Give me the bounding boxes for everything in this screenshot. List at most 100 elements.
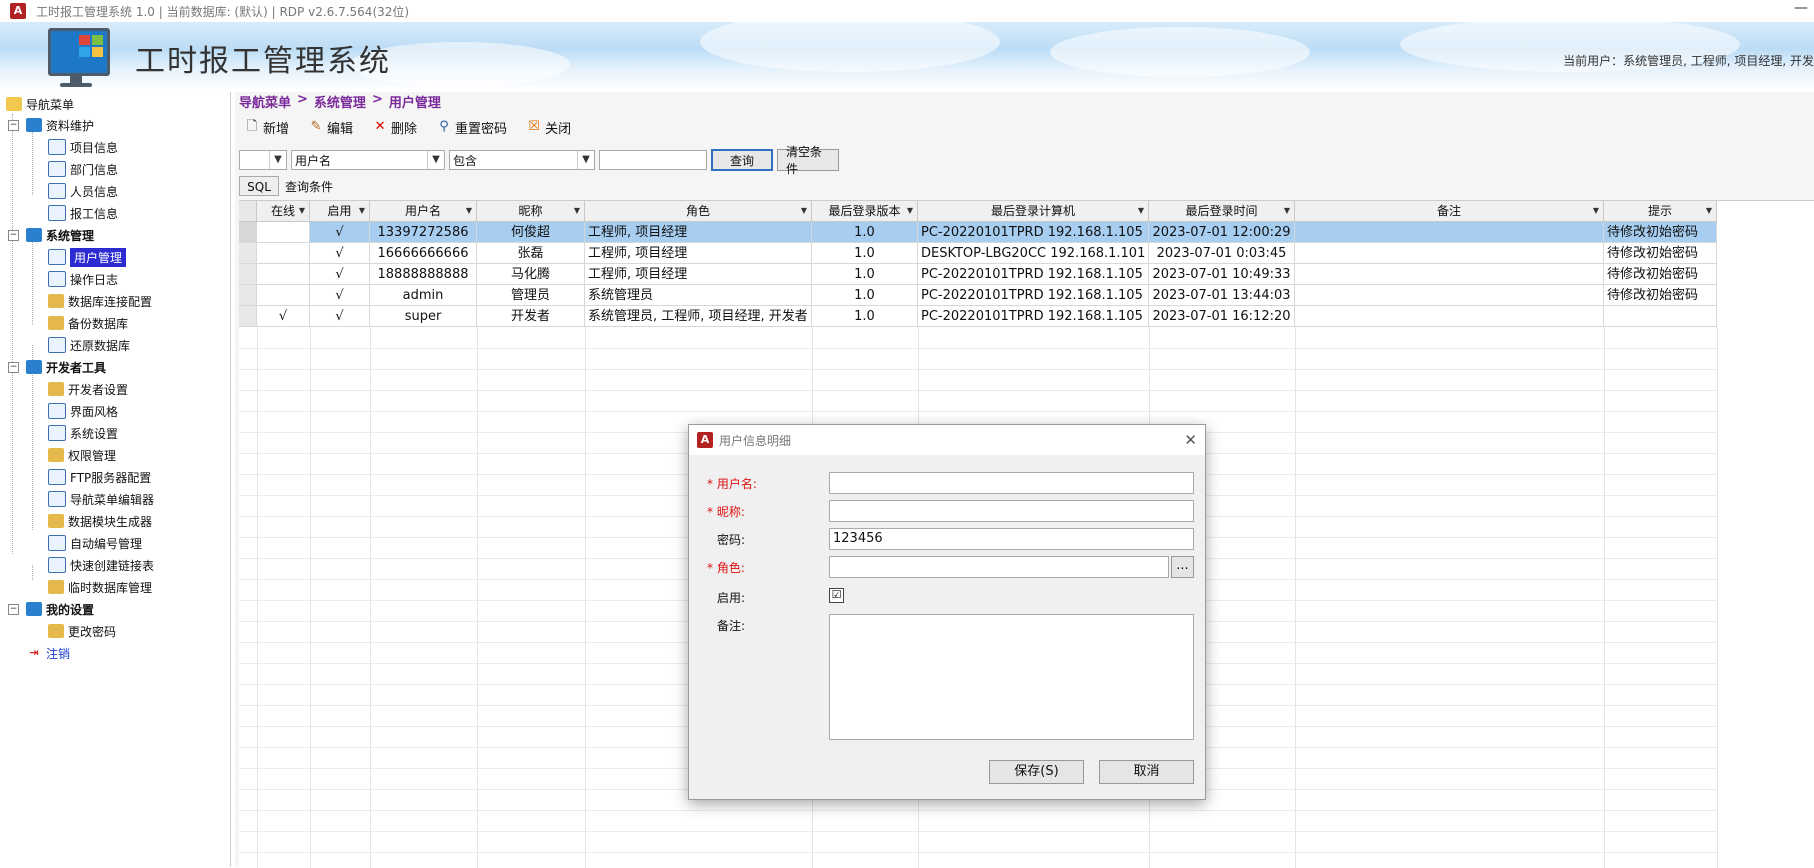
delete-button[interactable]: ✕ 删除	[369, 115, 427, 139]
expander-collapse-icon[interactable]: −	[8, 362, 19, 373]
sidebar-item-permission[interactable]: 权限管理	[48, 445, 116, 465]
sidebar-item-project-info[interactable]: 项目信息	[48, 137, 118, 157]
grid-column-line	[585, 327, 586, 868]
keyword-input[interactable]	[599, 150, 707, 170]
gear-icon	[48, 382, 64, 396]
password-field[interactable]: 123456	[829, 528, 1194, 550]
backup-icon	[48, 316, 64, 330]
expander-collapse-icon[interactable]: −	[8, 604, 19, 615]
sidebar-item-ui-style[interactable]: 界面风格	[48, 401, 118, 421]
reset-password-button[interactable]: ⚲ 重置密码	[433, 115, 517, 139]
close-icon[interactable]: ✕	[1184, 431, 1197, 449]
expander-collapse-icon[interactable]: −	[8, 230, 19, 241]
sidebar-item-nav-menu-editor[interactable]: 导航菜单编辑器	[48, 489, 154, 509]
dialog-title: 用户信息明细	[719, 433, 792, 448]
grid-column-line	[257, 327, 258, 868]
column-header-last-version[interactable]: 最后登录版本 ▼	[812, 201, 918, 221]
username-field[interactable]	[829, 472, 1194, 494]
grid-column-line	[1604, 327, 1605, 868]
chevron-down-icon: ▼	[573, 206, 580, 215]
database-icon	[48, 294, 64, 308]
sidebar-item-quick-link-table[interactable]: 快速创建链接表	[48, 555, 154, 575]
role-browse-button[interactable]: ...	[1171, 556, 1194, 578]
table-row[interactable]: √ 18888888888 马化腾 工程师, 项目经理 1.0 PC-20220…	[239, 264, 1717, 285]
sidebar-item-report-info[interactable]: 报工信息	[48, 203, 118, 223]
sidebar-item-department-info[interactable]: 部门信息	[48, 159, 118, 179]
column-header-username[interactable]: 用户名 ▼	[370, 201, 477, 221]
sidebar-item-change-password[interactable]: 更改密码	[48, 621, 116, 641]
row-header-corner	[239, 201, 257, 221]
sidebar-item-ftp-config[interactable]: FTP服务器配置	[48, 467, 151, 487]
column-header-note[interactable]: 备注 ▼	[1295, 201, 1604, 221]
nickname-label: * 昵称:	[707, 505, 745, 519]
paren-combo[interactable]: ▼	[239, 150, 287, 170]
edit-button[interactable]: ✎ 编辑	[305, 115, 363, 139]
sidebar-item-user-management[interactable]: 用户管理	[48, 247, 127, 267]
save-button[interactable]: 保存(S)	[989, 760, 1084, 784]
clear-conditions-button[interactable]: 清空条件	[777, 145, 839, 176]
breadcrumb: 导航菜单 > 系统管理 > 用户管理	[239, 92, 441, 111]
sidebar-group-data-maintenance[interactable]: 资料维护	[26, 115, 94, 135]
table-row[interactable]: √ √ super 开发者 系统管理员, 工程师, 项目经理, 开发者 1.0 …	[239, 306, 1717, 327]
table-row[interactable]: √ 16666666666 张磊 工程师, 项目经理 1.0 DESKTOP-L…	[239, 243, 1717, 264]
sidebar-item-operation-log[interactable]: 操作日志	[48, 269, 118, 289]
enabled-checkbox[interactable]: ☑	[829, 588, 844, 603]
app-icon: A	[697, 432, 713, 448]
sidebar-item-logout[interactable]: ⇥ 注销	[26, 643, 70, 663]
column-header-nickname[interactable]: 昵称 ▼	[477, 201, 585, 221]
chevron-down-icon: ▼	[269, 151, 286, 169]
edit-icon	[48, 491, 66, 507]
person-icon	[48, 183, 66, 199]
grid-column-line	[370, 327, 371, 868]
delete-icon: ✕	[374, 119, 386, 134]
monitor-logo-icon	[48, 28, 110, 76]
username-label: * 用户名:	[707, 477, 757, 491]
password-label: 密码:	[717, 533, 746, 547]
minimize-button[interactable]: —	[1794, 0, 1808, 16]
column-header-online[interactable]: 在线 ▼	[257, 201, 310, 221]
cancel-button[interactable]: 取消	[1099, 760, 1194, 784]
table-row[interactable]: √ admin 管理员 系统管理员 1.0 PC-20220101TPRD 19…	[239, 285, 1717, 306]
field-combo[interactable]: 用户名 ▼	[291, 150, 445, 170]
sidebar-item-db-connection[interactable]: 数据库连接配置	[48, 291, 152, 311]
column-header-last-time[interactable]: 最后登录时间 ▼	[1149, 201, 1295, 221]
user-key-icon	[48, 624, 64, 638]
sidebar-item-data-module-generator[interactable]: 数据模块生成器	[48, 511, 152, 531]
app-icon: A	[10, 3, 26, 19]
sidebar-group-system-management[interactable]: 系统管理	[26, 225, 94, 245]
column-header-last-computer[interactable]: 最后登录计算机 ▼	[918, 201, 1149, 221]
table-row[interactable]: √ 13397272586 何俊超 工程师, 项目经理 1.0 PC-20220…	[239, 222, 1717, 243]
column-header-hint[interactable]: 提示 ▼	[1604, 201, 1717, 221]
breadcrumb-item[interactable]: 用户管理	[389, 92, 441, 111]
role-field[interactable]	[829, 556, 1169, 578]
sidebar-item-temp-db[interactable]: 临时数据库管理	[48, 577, 152, 597]
breadcrumb-item[interactable]: 导航菜单	[239, 92, 291, 111]
breadcrumb-item[interactable]: 系统管理	[314, 92, 366, 111]
sql-tab[interactable]: SQL	[239, 176, 279, 196]
note-textarea[interactable]	[829, 614, 1194, 740]
sidebar-group-my-settings[interactable]: 我的设置	[26, 599, 94, 619]
grid-empty-row	[239, 348, 1717, 349]
expander-collapse-icon[interactable]: −	[8, 120, 19, 131]
grid-column-line	[477, 327, 478, 868]
sidebar-item-system-settings[interactable]: 系统设置	[48, 423, 118, 443]
grid-column-line	[310, 327, 311, 868]
column-header-role[interactable]: 角色 ▼	[585, 201, 812, 221]
app-title: 工时报工管理系统	[135, 44, 391, 79]
close-button[interactable]: ☒ 关闭	[523, 115, 581, 139]
tree-root[interactable]: 导航菜单	[6, 94, 74, 114]
log-icon	[48, 271, 66, 287]
nickname-field[interactable]	[829, 500, 1194, 522]
edit-icon: ✎	[310, 119, 322, 134]
operator-combo[interactable]: 包含 ▼	[449, 150, 595, 170]
sidebar-item-auto-numbering[interactable]: 自动编号管理	[48, 533, 142, 553]
close-icon: ☒	[528, 119, 540, 134]
sidebar-item-backup-db[interactable]: 备份数据库	[48, 313, 128, 333]
sidebar-item-developer-settings[interactable]: 开发者设置	[48, 379, 128, 399]
sidebar-group-developer-tools[interactable]: 开发者工具	[26, 357, 106, 377]
column-header-enabled[interactable]: 启用 ▼	[310, 201, 370, 221]
query-button[interactable]: 查询	[711, 149, 773, 171]
sidebar-item-staff-info[interactable]: 人员信息	[48, 181, 118, 201]
sidebar-item-restore-db[interactable]: 还原数据库	[48, 335, 130, 355]
add-button[interactable]: 🗋 新增	[241, 115, 299, 139]
